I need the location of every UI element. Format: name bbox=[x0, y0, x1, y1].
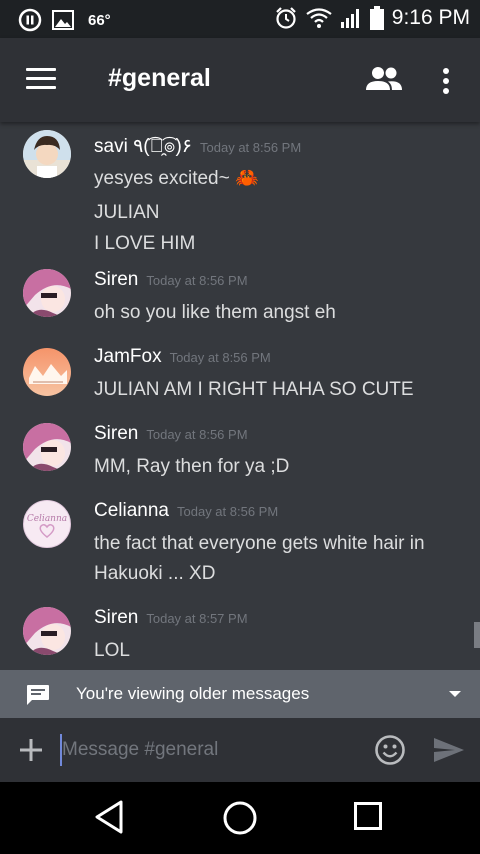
message-composer bbox=[0, 718, 480, 782]
svg-text:Celianna: Celianna bbox=[27, 514, 67, 524]
message-text: I LOVE HIM bbox=[94, 233, 196, 254]
message-text: JULIAN bbox=[94, 202, 160, 223]
app-bar: #general bbox=[0, 38, 480, 122]
message-author[interactable]: Siren Today at 8:57 PM bbox=[94, 607, 248, 629]
avatar[interactable] bbox=[23, 269, 71, 317]
scrollbar-thumb[interactable] bbox=[474, 622, 480, 648]
avatar[interactable] bbox=[23, 130, 71, 178]
recent-apps-icon[interactable] bbox=[354, 802, 382, 830]
message-text: JULIAN AM I RIGHT HAHA SO CUTE bbox=[94, 379, 414, 400]
message-text: oh so you like them angst eh bbox=[94, 302, 336, 323]
status-bar: 66° 9:16 PM bbox=[0, 0, 480, 38]
message-input[interactable] bbox=[60, 734, 352, 766]
emoji-icon[interactable] bbox=[374, 734, 406, 766]
message-text: MM, Ray then for ya ;D bbox=[94, 456, 290, 477]
message-icon bbox=[27, 685, 49, 705]
members-icon[interactable] bbox=[366, 66, 402, 92]
avatar[interactable]: Celianna bbox=[23, 500, 71, 548]
message-text: yesyes excited~ 🦀 bbox=[94, 168, 259, 189]
message-author[interactable]: Siren Today at 8:56 PM bbox=[94, 269, 248, 291]
clock: 9:16 PM bbox=[391, 6, 470, 29]
message-timestamp: Today at 8:56 PM bbox=[146, 273, 248, 288]
back-icon[interactable] bbox=[94, 800, 124, 834]
notification-count: 66° bbox=[88, 11, 111, 29]
menu-icon[interactable] bbox=[26, 68, 56, 90]
message-timestamp: Today at 8:56 PM bbox=[177, 504, 279, 519]
avatar[interactable] bbox=[23, 348, 71, 396]
message-timestamp: Today at 8:57 PM bbox=[146, 611, 248, 626]
older-messages-text: You're viewing older messages bbox=[76, 684, 310, 703]
message-timestamp: Today at 8:56 PM bbox=[146, 427, 248, 442]
channel-title: #general bbox=[108, 64, 211, 92]
message-author[interactable]: JamFox Today at 8:56 PM bbox=[94, 346, 271, 368]
chevron-down-icon[interactable] bbox=[449, 691, 461, 697]
message-timestamp: Today at 8:56 PM bbox=[200, 140, 302, 155]
avatar[interactable] bbox=[23, 423, 71, 471]
plus-icon[interactable] bbox=[19, 738, 43, 762]
pause-circle-icon bbox=[18, 8, 42, 32]
system-nav-bar bbox=[0, 782, 480, 854]
older-messages-banner[interactable]: You're viewing older messages bbox=[0, 670, 480, 718]
signal-icon bbox=[340, 9, 359, 28]
message-author[interactable]: Celianna Today at 8:56 PM bbox=[94, 500, 278, 522]
avatar[interactable] bbox=[23, 607, 71, 655]
home-icon[interactable] bbox=[222, 800, 258, 836]
message-author[interactable]: Siren Today at 8:56 PM bbox=[94, 423, 248, 445]
message-author[interactable]: savi ٩(͡๏̯͡๏)۶ Today at 8:56 PM bbox=[94, 131, 301, 161]
message-list[interactable]: savi ٩(͡๏̯͡๏)۶ Today at 8:56 PM yesyes ex… bbox=[0, 122, 480, 670]
send-icon[interactable] bbox=[433, 737, 465, 763]
message-timestamp: Today at 8:56 PM bbox=[169, 350, 271, 365]
message-text: LOL bbox=[94, 640, 130, 661]
message-text: Hakuoki ... XD bbox=[94, 563, 216, 584]
image-icon bbox=[52, 10, 74, 30]
more-vert-icon[interactable] bbox=[443, 68, 449, 98]
alarm-icon bbox=[276, 7, 296, 29]
battery-icon bbox=[369, 6, 384, 30]
wifi-icon bbox=[306, 8, 332, 28]
message-text: the fact that everyone gets white hair i… bbox=[94, 533, 425, 554]
